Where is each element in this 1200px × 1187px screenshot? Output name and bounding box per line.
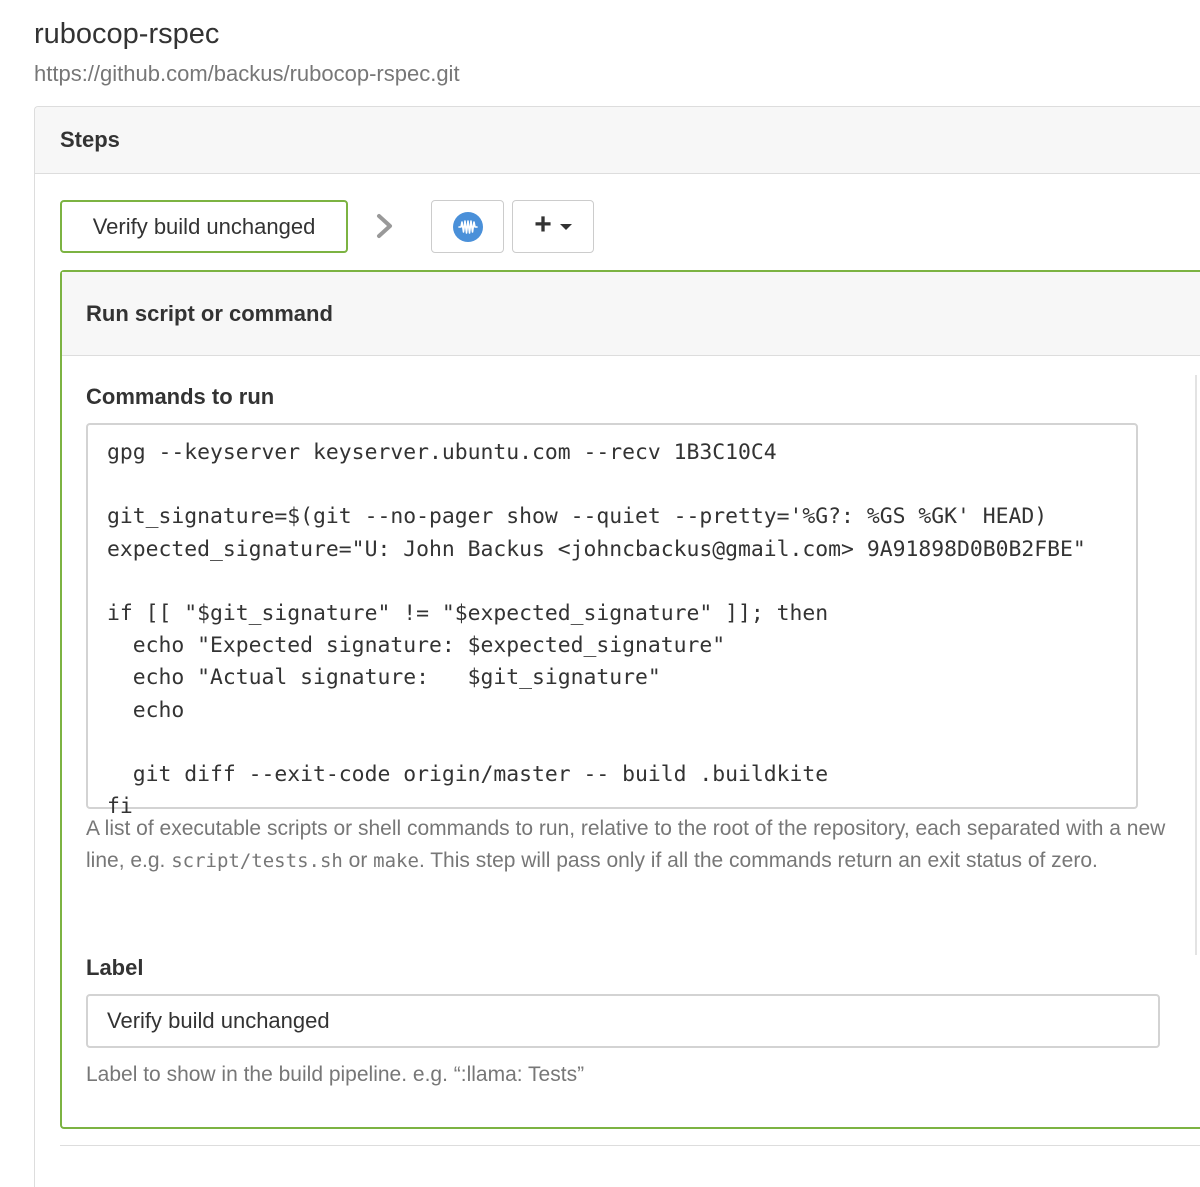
steps-panel: Steps Verify build unchanged + Run scrip… (34, 106, 1200, 1187)
label-field-label: Label (86, 955, 144, 980)
steps-header: Steps (35, 107, 1200, 174)
commands-text: gpg --keyserver keyserver.ubuntu.com --r… (107, 440, 1086, 820)
pipeline-name: rubocop-rspec (34, 18, 220, 50)
waveform-icon (452, 211, 483, 242)
commands-help-code-example: script/tests.sh (171, 850, 343, 872)
add-step-dropdown-button[interactable]: + (512, 200, 594, 253)
commands-help-code-example: make (373, 850, 419, 872)
scrollbar-track[interactable] (1195, 375, 1197, 955)
commands-help-part: or (342, 849, 374, 872)
chevron-right-icon (377, 214, 392, 238)
plus-icon: + (534, 208, 552, 241)
label-input[interactable] (86, 994, 1160, 1048)
commands-help-part: . This step will pass only if all the co… (418, 849, 1098, 872)
caret-down-icon (559, 223, 572, 230)
commands-textarea[interactable]: gpg --keyserver keyserver.ubuntu.com --r… (86, 423, 1138, 819)
step-chip-verify-build[interactable]: Verify build unchanged (60, 200, 348, 253)
divider (60, 1145, 1200, 1146)
commands-help-text: A list of executable scripts or shell co… (86, 813, 1176, 877)
label-help-text: Label to show in the build pipeline. e.g… (86, 1063, 585, 1086)
wait-step-button[interactable] (431, 200, 504, 253)
commands-label: Commands to run (86, 384, 275, 409)
step-editor: Run script or command Commands to run gp… (60, 270, 1200, 1129)
repository-url: https://github.com/backus/rubocop-rspec.… (34, 61, 460, 86)
step-editor-title: Run script or command (62, 272, 1200, 356)
